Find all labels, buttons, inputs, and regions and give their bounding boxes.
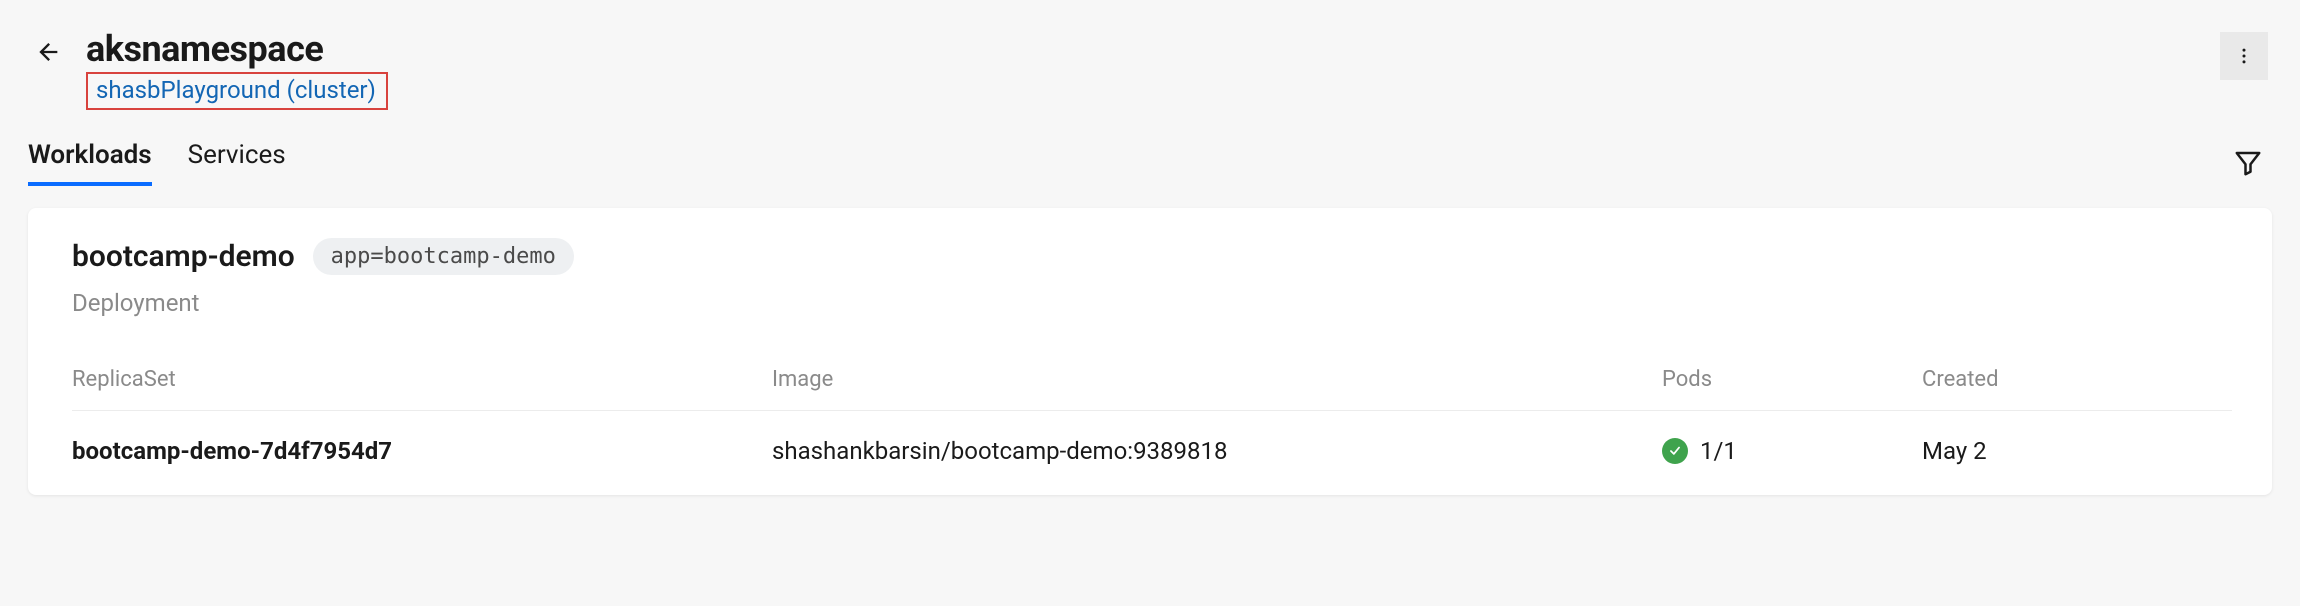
col-pods: Pods <box>1662 367 1922 392</box>
image-name: shashankbarsin/bootcamp-demo:9389818 <box>772 437 1662 465</box>
pods-count: 1/1 <box>1700 437 1737 465</box>
workload-card: bootcamp-demo app=bootcamp-demo Deployme… <box>28 208 2272 495</box>
replicaset-table: ReplicaSet Image Pods Created bootcamp-d… <box>72 367 2232 465</box>
more-menu-button[interactable] <box>2220 32 2268 80</box>
back-arrow-icon[interactable] <box>28 32 68 72</box>
col-created: Created <box>1922 367 2232 392</box>
created-date: May 2 <box>1922 437 2232 465</box>
filter-icon[interactable] <box>2228 143 2268 183</box>
table-row[interactable]: bootcamp-demo-7d4f7954d7 shashankbarsin/… <box>72 411 2232 465</box>
status-ok-icon <box>1662 438 1688 464</box>
deployment-name: bootcamp-demo <box>72 239 295 274</box>
label-pill: app=bootcamp-demo <box>313 238 574 275</box>
tab-bar: Workloads Services <box>28 140 286 186</box>
cluster-link[interactable]: shasbPlayground (cluster) <box>96 76 376 104</box>
page-title: aksnamespace <box>86 28 388 70</box>
tab-workloads[interactable]: Workloads <box>28 140 152 186</box>
col-image: Image <box>772 367 1662 392</box>
resource-kind: Deployment <box>72 289 2232 317</box>
tab-services[interactable]: Services <box>188 140 286 186</box>
replicaset-name: bootcamp-demo-7d4f7954d7 <box>72 437 772 465</box>
col-replicaset: ReplicaSet <box>72 367 772 392</box>
breadcrumb-highlight: shasbPlayground (cluster) <box>86 72 388 110</box>
